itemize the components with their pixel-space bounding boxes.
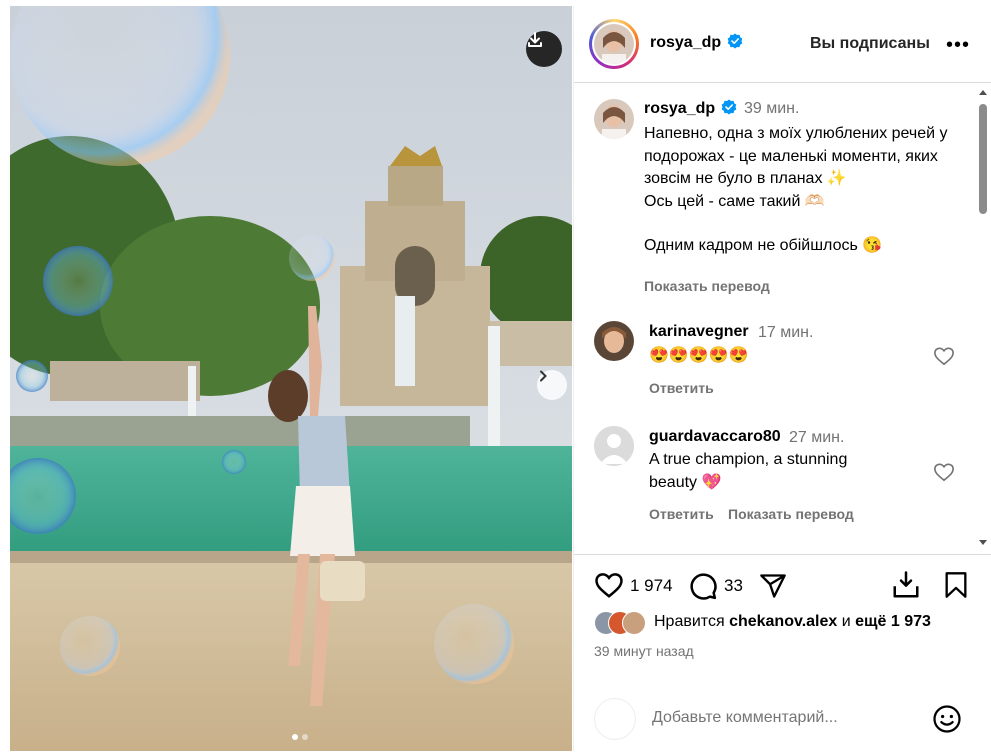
author-avatar[interactable] (589, 19, 639, 69)
avatar-image (594, 24, 634, 64)
following-button[interactable]: Вы подписаны (810, 35, 930, 53)
avatar-image (594, 99, 634, 139)
caption-line: Одним кадром не обійшлось 😘 (644, 237, 883, 254)
more-options-button[interactable]: ••• (946, 34, 970, 57)
share-paper-plane-icon[interactable] (758, 572, 788, 600)
verified-badge-icon (727, 33, 743, 49)
add-comment-input[interactable] (650, 708, 914, 728)
default-avatar-icon (594, 426, 634, 466)
bookmark-icon[interactable] (942, 570, 970, 600)
comment-timestamp[interactable]: 27 мин. (789, 429, 844, 447)
caption-text: Напевно, одна з моїх улюблених речей у п… (644, 123, 964, 258)
liker-avatar (622, 611, 646, 635)
post-time-ago[interactable]: 39 минут назад (594, 643, 694, 659)
comment-text: 😍😍😍😍😍 (649, 347, 749, 364)
chevron-right-icon (540, 370, 547, 382)
save-to-collection-icon[interactable] (891, 570, 921, 600)
comment-translate-link[interactable]: Показать перевод (728, 506, 854, 522)
scroll-down-arrow-icon[interactable] (979, 540, 987, 545)
comment-reply-button[interactable]: Ответить (649, 380, 714, 396)
caption-translate-link[interactable]: Показать перевод (644, 278, 770, 294)
liked-by-prefix: Нравится (654, 613, 725, 630)
post-header: rosya_dp Вы подписаны ••• (574, 6, 991, 83)
scroll-up-arrow-icon[interactable] (979, 90, 987, 95)
download-button[interactable] (526, 31, 562, 67)
comments-scrollbar[interactable] (976, 84, 990, 554)
carousel-indicator (292, 734, 308, 740)
liked-by-and: и (841, 613, 851, 630)
caption-author-avatar[interactable] (594, 99, 634, 139)
commenter-avatar[interactable] (594, 321, 634, 361)
caption-username-text[interactable]: rosya_dp (644, 100, 715, 117)
liked-by-user[interactable]: chekanov.alex (729, 613, 837, 630)
comment-bubble-icon[interactable] (688, 571, 718, 601)
commenter-avatar[interactable] (594, 426, 634, 466)
download-icon (528, 32, 542, 47)
carousel-dot (292, 734, 298, 740)
verified-badge-icon (721, 99, 737, 115)
comment-username[interactable]: guardavaccaro80 (649, 428, 781, 446)
post-photo[interactable] (10, 6, 572, 751)
caption-line: Напевно, одна з моїх улюблених речей у п… (644, 125, 948, 187)
carousel-dot (302, 734, 308, 740)
author-username-text[interactable]: rosya_dp (650, 34, 721, 51)
like-heart-icon[interactable] (594, 571, 624, 599)
current-user-avatar (594, 698, 636, 740)
comments-count[interactable]: 33 (724, 576, 743, 596)
comment-timestamp[interactable]: 17 мин. (758, 324, 813, 342)
avatar-image (594, 321, 634, 361)
comment-like-heart-icon[interactable] (933, 346, 955, 366)
liked-by-text[interactable]: Нравится chekanov.alex и ещё 1 973 (654, 613, 931, 631)
caption-line: Ось цей - саме такий 🫶🏻 (644, 192, 825, 210)
post-photo-illustration (10, 6, 572, 751)
caption-username[interactable]: rosya_dp (644, 99, 737, 118)
scroll-thumb[interactable] (979, 104, 987, 214)
comment-text: A true champion, a stunning beauty 💖 (649, 451, 848, 491)
emoji-picker-icon[interactable] (932, 704, 962, 734)
author-username[interactable]: rosya_dp (650, 33, 743, 52)
caption-timestamp[interactable]: 39 мин. (744, 100, 799, 118)
comment-reply-button[interactable]: Ответить (649, 506, 714, 522)
liked-by-others[interactable]: ещё 1 973 (855, 613, 931, 630)
carousel-next-button[interactable] (537, 370, 567, 400)
comment-username[interactable]: karinavegner (649, 323, 749, 341)
post-details-panel: rosya_dp Вы подписаны ••• rosya_dp 39 ми… (573, 6, 991, 751)
likes-count[interactable]: 1 974 (630, 576, 673, 596)
likers-avatars[interactable] (594, 611, 654, 635)
comment-like-heart-icon[interactable] (933, 462, 955, 482)
